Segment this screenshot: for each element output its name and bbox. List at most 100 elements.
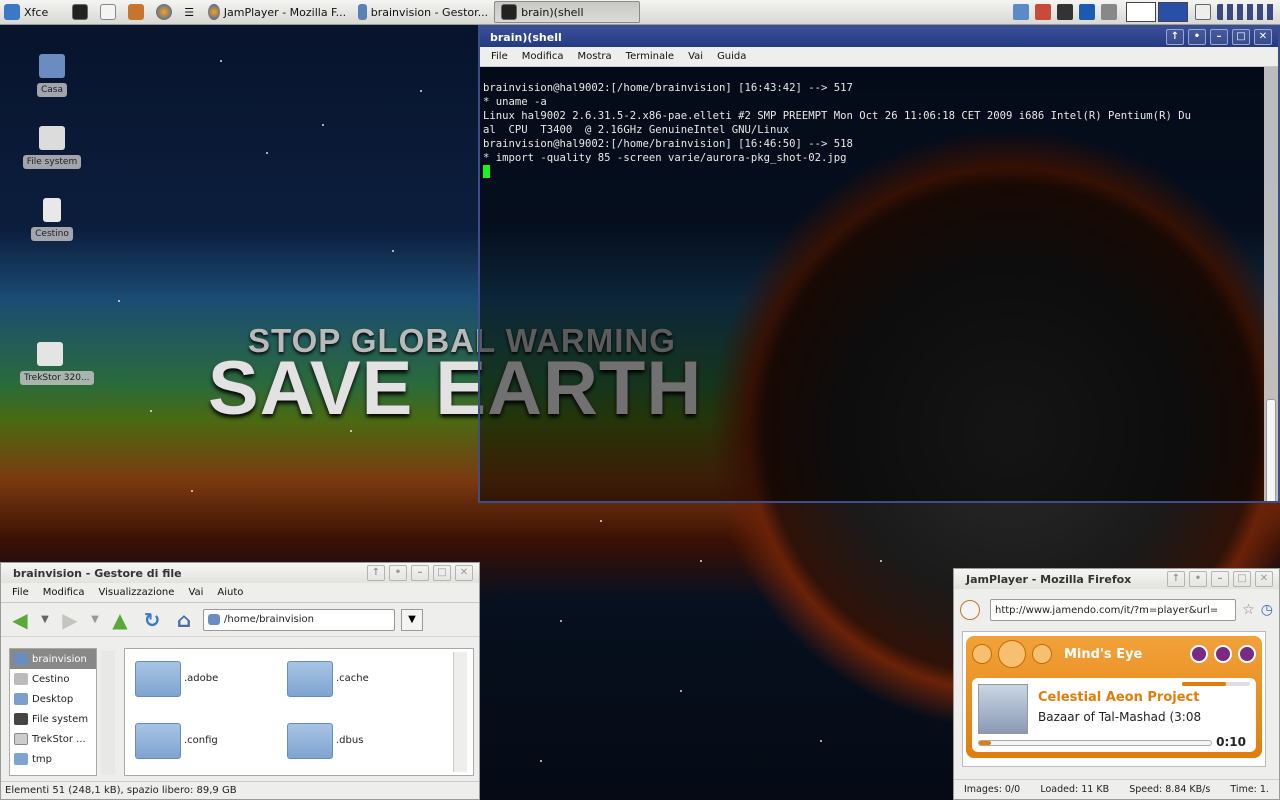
minimize-button[interactable]: –: [411, 565, 429, 581]
settings-launcher[interactable]: [124, 1, 152, 23]
terminal-icon: [72, 4, 89, 20]
back-arrow-icon[interactable]: ◀: [7, 608, 33, 632]
pause-button[interactable]: [998, 640, 1026, 668]
progress-bar[interactable]: [978, 740, 1212, 746]
close-button[interactable]: ✕: [1254, 29, 1272, 45]
file-view-scrollbar[interactable]: [453, 652, 467, 772]
location-bar[interactable]: /home/brainvision: [203, 608, 395, 631]
desktop-icon-home[interactable]: Casa: [22, 54, 82, 97]
sidebar-item-trash[interactable]: Cestino: [10, 669, 96, 689]
sidebar-item-home[interactable]: brainvision: [10, 649, 96, 669]
menu-file[interactable]: File: [5, 587, 36, 598]
window-title: JamPlayer - Mozilla Firefox: [966, 572, 1132, 586]
folder-item[interactable]: .cache: [287, 661, 369, 697]
file-manager-titlebar[interactable]: brainvision - Gestore di file ↑ • – □ ✕: [1, 563, 479, 583]
shade-button[interactable]: ↑: [1167, 571, 1185, 587]
menu-guida[interactable]: Guida: [710, 51, 753, 62]
task-file-manager[interactable]: brainvision - Gestor...: [352, 1, 494, 23]
next-track-button[interactable]: [1032, 644, 1052, 664]
task-terminal[interactable]: brain)(shell: [494, 1, 641, 23]
comment-icon[interactable]: [1214, 645, 1232, 663]
folder-item[interactable]: .adobe: [135, 661, 218, 697]
menu-mostra[interactable]: Mostra: [571, 51, 619, 62]
workspace-1[interactable]: [1126, 2, 1156, 22]
desktop-icon-label: Cestino: [31, 227, 73, 241]
maximize-button[interactable]: □: [433, 565, 451, 581]
task-jamplayer[interactable]: JamPlayer - Mozilla F...: [202, 1, 352, 23]
paintbrush-icon: [128, 4, 145, 20]
location-dropdown-icon[interactable]: ▼: [401, 608, 423, 631]
editor-launcher[interactable]: [96, 1, 124, 23]
battery-icon[interactable]: [1079, 4, 1095, 20]
wifi-icon[interactable]: [1013, 4, 1029, 20]
workspace-2[interactable]: [1158, 2, 1188, 22]
play-site-icon[interactable]: [960, 600, 980, 620]
dots-grid-icon[interactable]: [1217, 4, 1277, 20]
desktop-icon-label: TrekStor 320...: [20, 371, 94, 385]
terminal-window: brain)(shell ↑ • – □ ✕ File Modifica Mos…: [478, 25, 1280, 503]
maximize-button[interactable]: □: [1232, 29, 1250, 45]
menu-modifica[interactable]: Modifica: [36, 587, 92, 598]
folder-label: .adobe: [184, 673, 219, 684]
volume-icon[interactable]: [1101, 4, 1117, 20]
up-arrow-icon[interactable]: ▲: [107, 608, 133, 632]
sidebar-scrollbar[interactable]: [101, 651, 115, 775]
forward-arrow-icon[interactable]: ▶: [57, 608, 83, 632]
menu-aiuto[interactable]: Aiuto: [210, 587, 250, 598]
desktop-icon-trash[interactable]: Cestino: [22, 198, 82, 241]
menu-visualizzazione[interactable]: Visualizzazione: [92, 587, 182, 598]
reload-icon[interactable]: ↻: [139, 608, 165, 632]
album-cover[interactable]: [978, 684, 1028, 734]
menu-modifica[interactable]: Modifica: [515, 51, 571, 62]
menu-vai[interactable]: Vai: [681, 51, 710, 62]
close-button[interactable]: ✕: [455, 565, 473, 581]
artist-name[interactable]: Celestial Aeon Project: [1038, 690, 1199, 705]
close-button[interactable]: ✕: [1255, 571, 1273, 587]
network-icon[interactable]: [1057, 4, 1073, 20]
terminal-scrollbar[interactable]: [1264, 67, 1278, 501]
forward-dropdown-icon[interactable]: ▼: [89, 608, 101, 632]
shade-button[interactable]: ↑: [367, 565, 385, 581]
terminal-cursor-line: [483, 165, 1278, 180]
maximize-button[interactable]: □: [1233, 571, 1251, 587]
update-icon[interactable]: [1035, 4, 1051, 20]
bookmark-star-icon[interactable]: ☆: [1242, 602, 1255, 618]
terminal-line: al CPU T3400 @ 2.16GHz GenuineIntel GNU/…: [483, 124, 790, 136]
sticky-button[interactable]: •: [389, 565, 407, 581]
terminal-output[interactable]: brainvision@hal9002:[/home/brainvision] …: [480, 67, 1278, 501]
menu-vai[interactable]: Vai: [181, 587, 210, 598]
url-bar[interactable]: http://www.jamendo.com/it/?m=player&url=: [990, 599, 1237, 621]
sticky-button[interactable]: •: [1188, 29, 1206, 45]
desktop-icon-filesystem[interactable]: File system: [22, 126, 82, 169]
usb-drive-icon: [37, 342, 63, 366]
sidebar-item-trekstor[interactable]: TrekStor ...: [10, 729, 96, 749]
scrollbar-thumb[interactable]: [1266, 399, 1276, 501]
file-manager-window: brainvision - Gestore di file ↑ • – □ ✕ …: [0, 562, 480, 800]
terminal-titlebar[interactable]: brain)(shell ↑ • – □ ✕: [480, 27, 1278, 47]
sidebar-item-tmp[interactable]: tmp: [10, 749, 96, 769]
history-clock-icon[interactable]: ◷: [1261, 602, 1273, 618]
menu-terminale[interactable]: Terminale: [619, 51, 681, 62]
firefox-icon: [156, 4, 173, 20]
heart-icon[interactable]: [1190, 645, 1208, 663]
previous-track-button[interactable]: [972, 644, 992, 664]
volume-slider[interactable]: [1182, 682, 1250, 686]
show-desktop-icon[interactable]: [1195, 4, 1211, 20]
sticky-button[interactable]: •: [1189, 571, 1207, 587]
folder-item[interactable]: .config: [135, 723, 218, 759]
menu-file[interactable]: File: [484, 51, 515, 62]
firefox-launcher[interactable]: [152, 1, 180, 23]
home-folder-icon[interactable]: ⌂: [171, 608, 197, 632]
sidebar-item-desktop[interactable]: Desktop: [10, 689, 96, 709]
shade-button[interactable]: ↑: [1166, 29, 1184, 45]
minimize-button[interactable]: –: [1211, 571, 1229, 587]
back-dropdown-icon[interactable]: ▼: [39, 608, 51, 632]
minimize-button[interactable]: –: [1210, 29, 1228, 45]
desktop-icon-trekstor[interactable]: TrekStor 320...: [20, 342, 94, 385]
sidebar-item-filesystem[interactable]: File system: [10, 709, 96, 729]
firefox-titlebar[interactable]: JamPlayer - Mozilla Firefox ↑ • – □ ✕: [954, 569, 1279, 589]
playlist-icon[interactable]: [1238, 645, 1256, 663]
terminal-launcher[interactable]: [68, 1, 96, 23]
xfce-menu-button[interactable]: Xfce: [0, 1, 52, 23]
folder-item[interactable]: .dbus: [287, 723, 363, 759]
